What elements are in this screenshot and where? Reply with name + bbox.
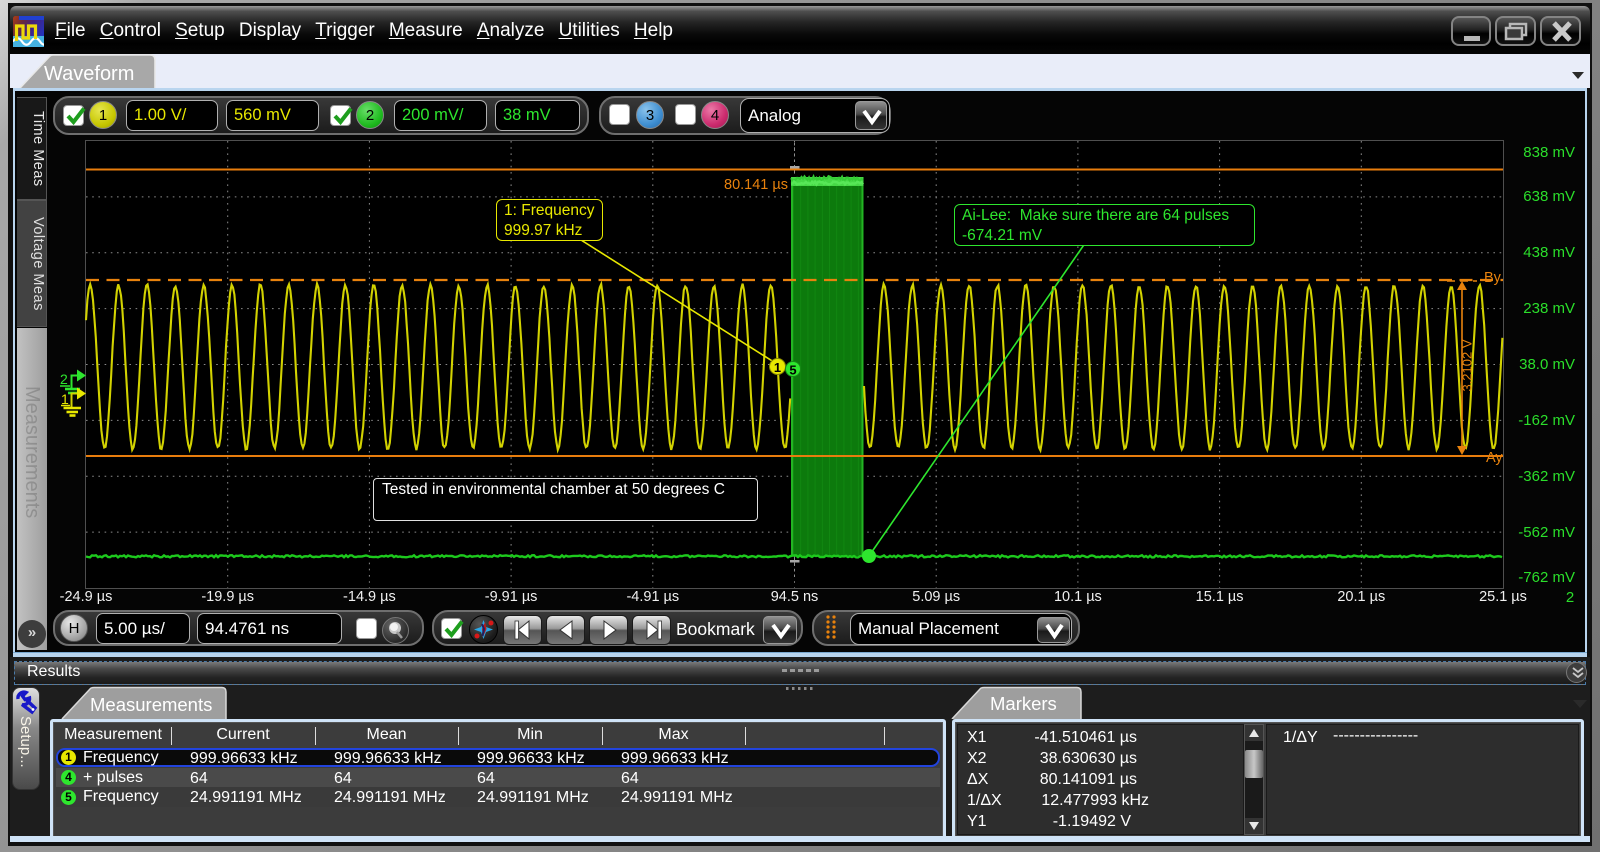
svg-text:Measurements: Measurements [90, 694, 212, 715]
svg-text:5: 5 [789, 363, 796, 378]
svg-text:1: 1 [61, 391, 69, 407]
svg-text:Markers: Markers [990, 693, 1057, 714]
svg-text:2: 2 [60, 371, 68, 387]
svg-text:1: 1 [774, 360, 781, 375]
